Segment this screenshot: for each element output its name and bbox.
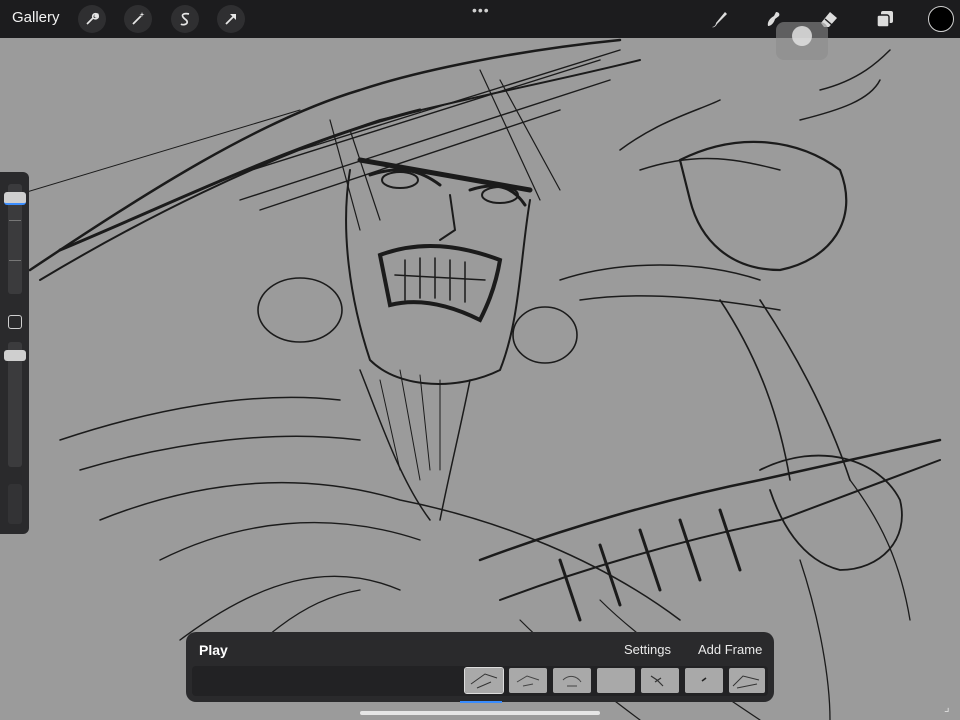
left-sidebar	[0, 172, 29, 534]
opacity-thumb[interactable]	[4, 350, 26, 361]
color-picker-well[interactable]	[928, 6, 954, 32]
sketch-artwork	[0, 38, 942, 720]
gallery-button[interactable]: Gallery	[12, 9, 60, 26]
layers-icon[interactable]	[872, 6, 898, 32]
home-indicator	[360, 711, 600, 715]
brush-icon[interactable]	[706, 6, 732, 32]
slider-tick	[9, 260, 21, 261]
drawing-canvas[interactable]	[0, 38, 960, 720]
frame-thumbnail[interactable]	[729, 668, 765, 693]
more-dots-icon[interactable]: •••	[472, 2, 490, 18]
frame-thumbnail[interactable]	[597, 668, 635, 693]
frame-thumbnail[interactable]	[685, 668, 723, 693]
modify-button[interactable]	[8, 315, 22, 329]
play-button[interactable]: Play	[199, 642, 228, 658]
smudge-size-preview	[792, 26, 812, 46]
selection-s-icon[interactable]	[171, 5, 199, 33]
wrench-icon[interactable]	[78, 5, 106, 33]
frame-thumbnail[interactable]	[464, 667, 504, 694]
frame-thumbnail[interactable]	[509, 668, 547, 693]
add-frame-button[interactable]: Add Frame	[698, 642, 762, 657]
magic-wand-icon[interactable]	[124, 5, 152, 33]
settings-button[interactable]: Settings	[624, 642, 671, 657]
animation-assist-panel: Play Settings Add Frame	[186, 632, 774, 703]
brush-size-thumb[interactable]	[4, 192, 26, 205]
selected-frame-indicator	[460, 701, 502, 703]
transform-arrow-icon[interactable]	[217, 5, 245, 33]
frame-thumbnail[interactable]	[641, 668, 679, 693]
frame-timeline[interactable]	[192, 666, 768, 696]
resize-corner-icon: ⌟	[944, 700, 950, 714]
slider-tick	[9, 220, 21, 221]
frame-thumbnail[interactable]	[553, 668, 591, 693]
undo-redo-area[interactable]	[8, 484, 22, 524]
